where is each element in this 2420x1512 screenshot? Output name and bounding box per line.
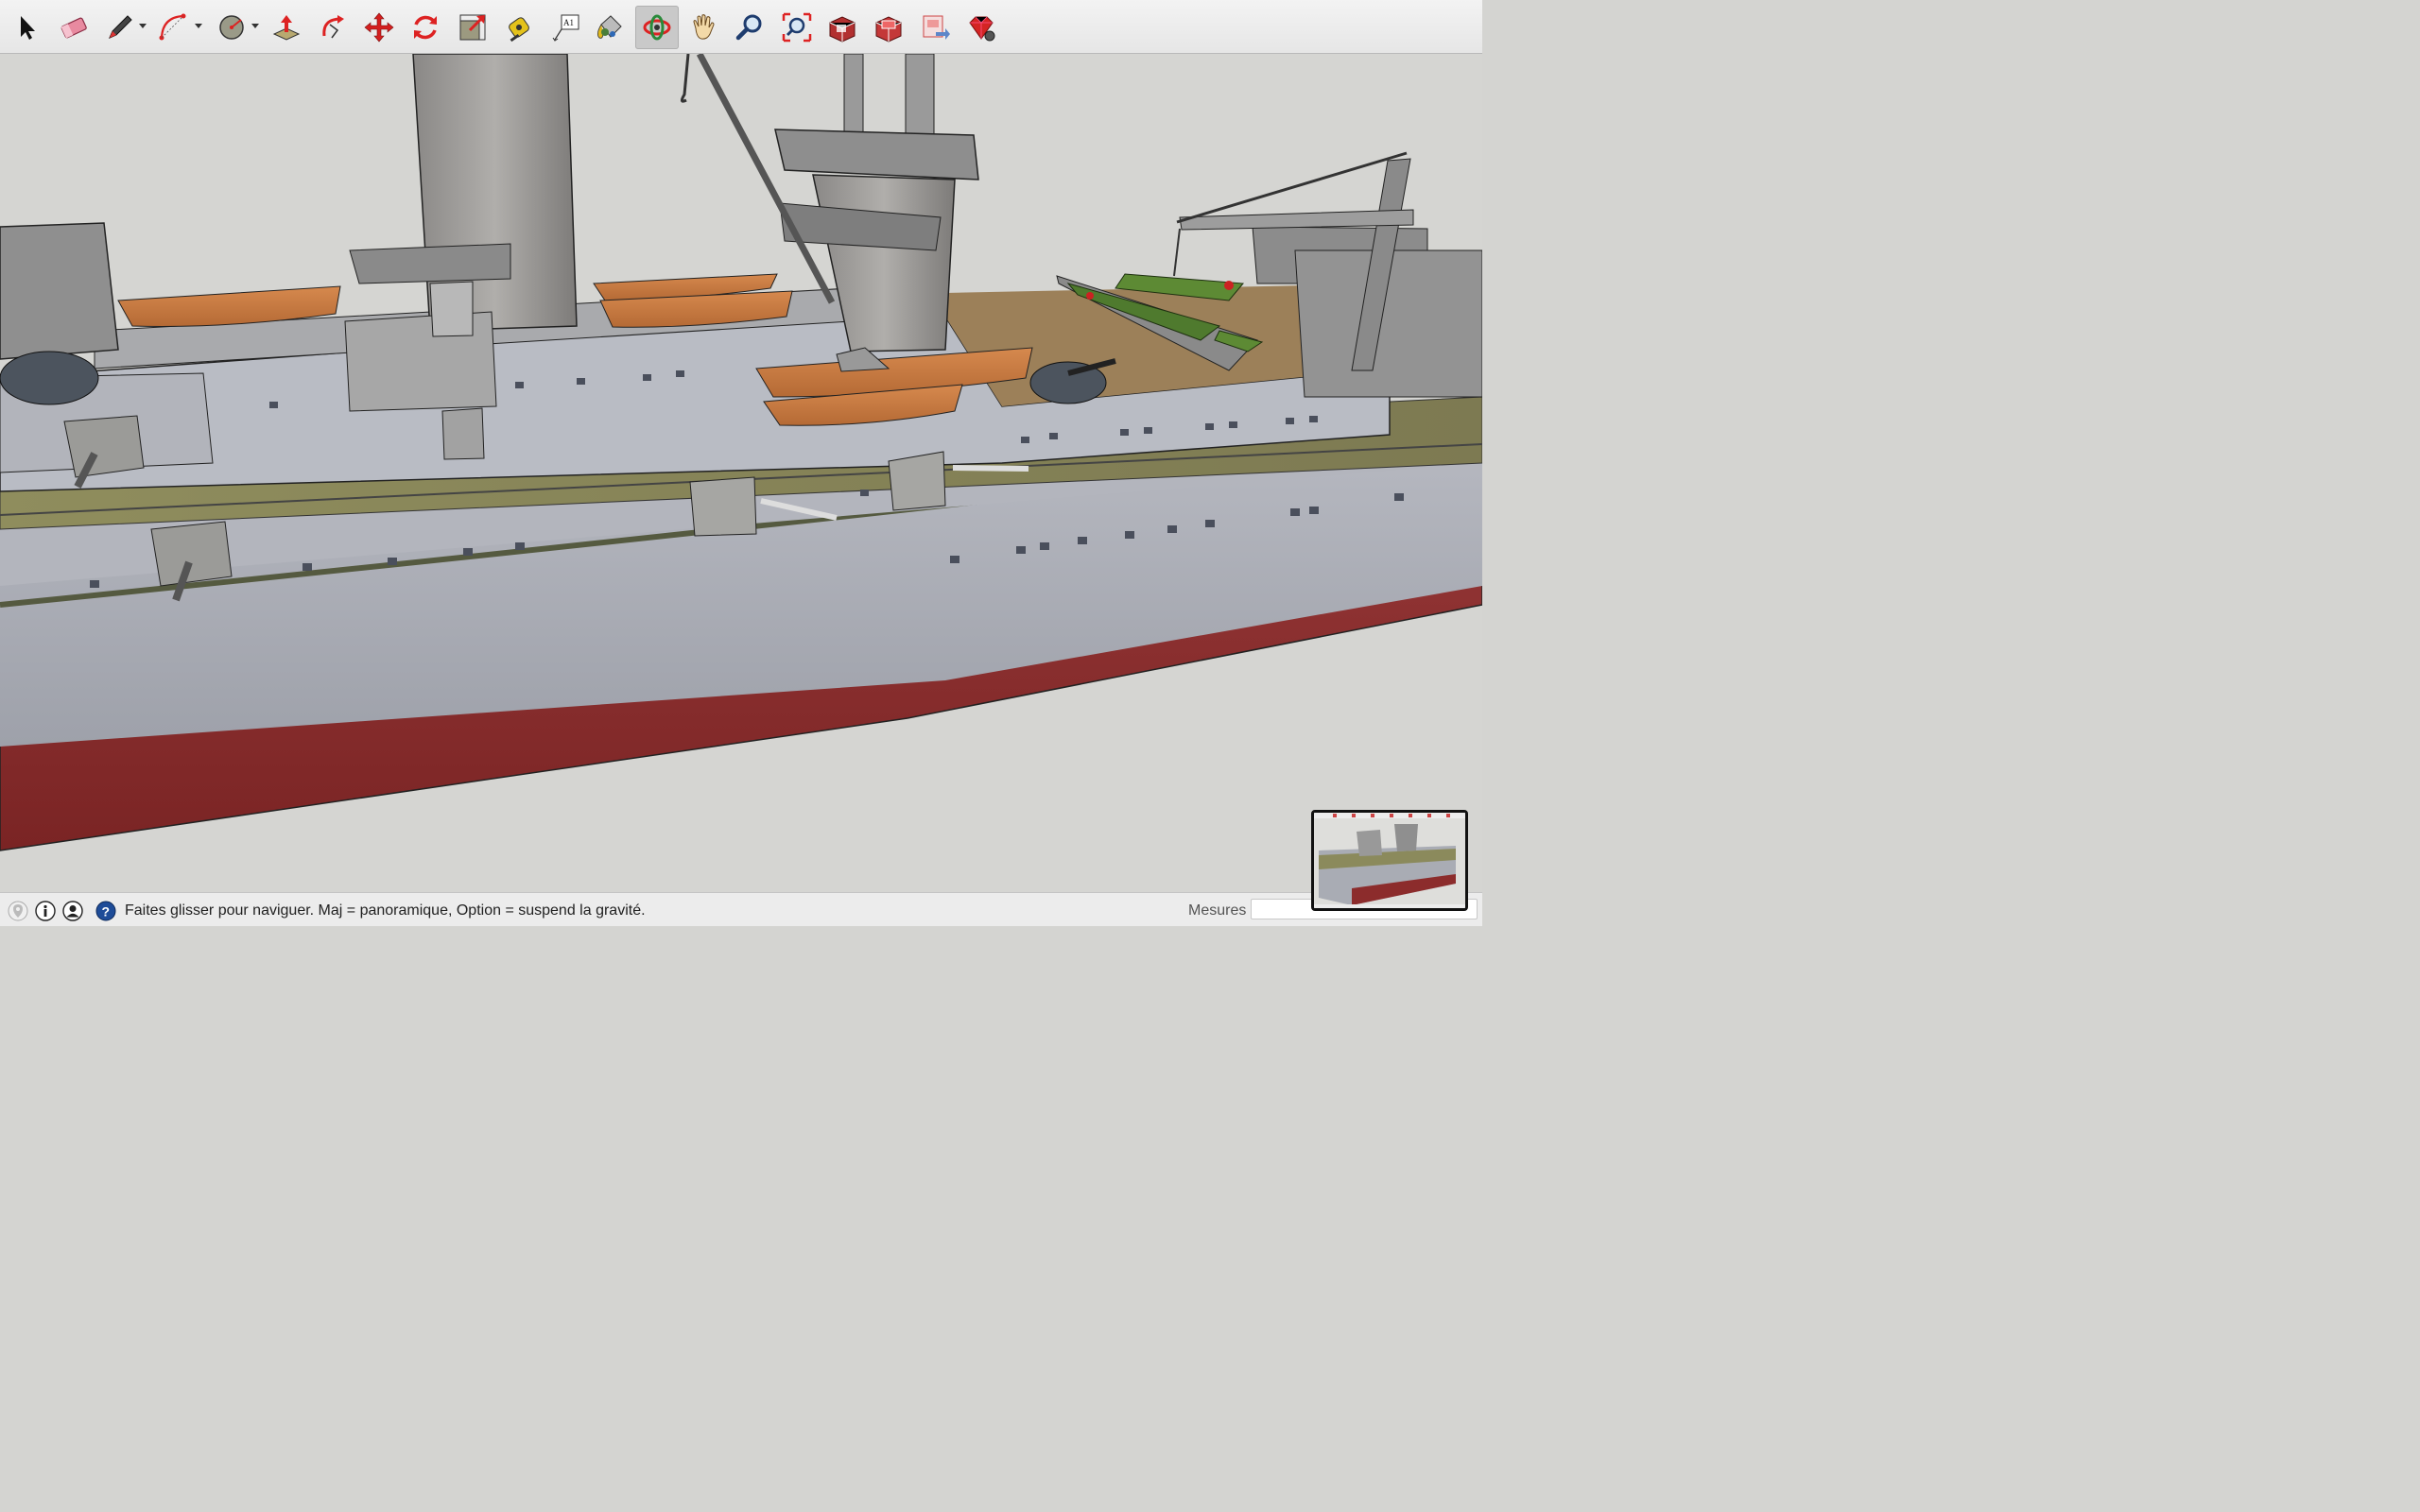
arc-icon[interactable] [151,6,195,49]
arc-dropdown-icon[interactable] [195,24,202,28]
move-icon[interactable] [357,6,401,49]
rotate-icon[interactable] [404,6,447,49]
send-to-layout-icon[interactable] [913,6,957,49]
3d-warehouse-icon[interactable] [821,6,864,49]
ruby-console-icon[interactable] [959,6,1003,49]
eraser-icon[interactable] [52,6,95,49]
pencil-line-icon[interactable] [98,6,142,49]
geolocation-icon[interactable] [8,901,28,921]
select-arrow-icon[interactable] [6,6,49,49]
paint-bucket-icon[interactable] [588,6,631,49]
model-viewport[interactable] [0,54,1482,892]
circle-shape-icon[interactable] [210,6,253,49]
pan-hand-icon[interactable] [682,6,725,49]
push-pull-icon[interactable] [265,6,308,49]
pencil-dropdown-icon[interactable] [139,24,147,28]
main-toolbar: A1 [0,0,1482,54]
tape-measure-icon[interactable] [497,6,541,49]
shapes-dropdown-icon[interactable] [251,24,259,28]
text-tool-icon[interactable]: A1 [544,6,588,49]
status-message: Faites glisser pour naviguer. Maj = pano… [125,902,646,919]
scale-icon[interactable] [451,6,494,49]
extension-warehouse-icon[interactable] [867,6,910,49]
info-credits-icon[interactable] [35,901,56,921]
zoom-icon[interactable] [728,6,771,49]
measurements-label: Mesures [1188,902,1247,919]
user-account-icon[interactable] [62,901,83,921]
orbit-icon[interactable] [635,6,679,49]
thumbnail-preview [1311,810,1468,911]
follow-me-icon[interactable] [311,6,354,49]
svg-text:?: ? [102,904,111,919]
ship-model-render[interactable] [0,54,1482,892]
help-icon[interactable]: ? [95,901,116,921]
zoom-extents-icon[interactable] [775,6,819,49]
text-tool-label: A1 [563,18,574,27]
status-bar: ? Faites glisser pour naviguer. Maj = pa… [0,892,1482,926]
